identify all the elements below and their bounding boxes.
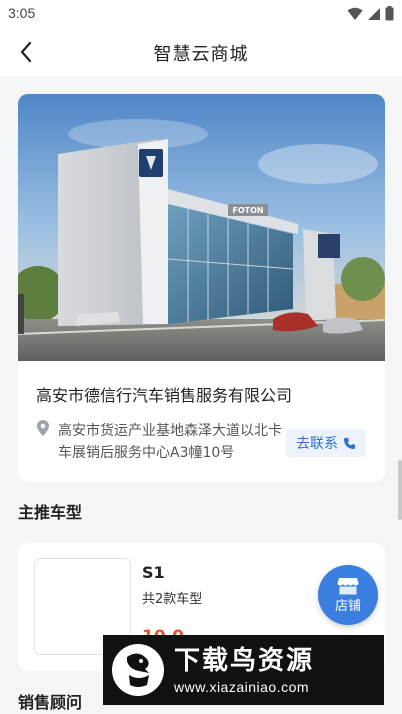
status-icons — [347, 6, 394, 21]
battery-icon — [385, 6, 394, 21]
store-photo: FOTON — [18, 94, 385, 361]
watermark-url: www.xiazainiao.com — [174, 678, 310, 695]
store-address: 高安市货运产业基地森泽大道以北卡车展销后服务中心A3幢10号 — [58, 423, 282, 461]
section-title-main-models-label: 主推车型 — [18, 503, 83, 522]
contact-button[interactable]: 去联系 — [286, 429, 366, 457]
company-name: 高安市德信行汽车销售服务有限公司 — [36, 386, 293, 405]
watermark-text: 下载鸟资源 www.xiazainiao.com — [174, 646, 314, 695]
store-card: FOTON 高安市德信行汽车销售服务有限公司 高安市货运产业基地森泽大道以北卡车… — [18, 94, 385, 482]
signal-icon — [368, 7, 380, 20]
watermark-title: 下载鸟资源 — [174, 645, 315, 676]
store-sign-text: FOTON — [232, 206, 263, 215]
shop-button[interactable]: 店铺 — [318, 565, 378, 625]
storefront-icon — [337, 577, 359, 594]
section-title-sales-advisor: 销售顾问 — [18, 689, 82, 713]
shop-button-label: 店铺 — [334, 598, 361, 614]
page-title: 智慧云商城 — [153, 44, 249, 65]
scrollbar[interactable] — [398, 460, 402, 520]
section-title-sales-advisor-label: 销售顾问 — [18, 693, 83, 712]
nav-bar: 智慧云商城 — [0, 28, 402, 76]
status-bar: 3:05 — [0, 0, 402, 28]
status-time: 3:05 — [8, 5, 36, 21]
section-title-main-models: 主推车型 — [18, 499, 82, 523]
bird-logo-icon — [112, 644, 164, 696]
model-name: S1 — [142, 563, 165, 582]
phone-icon — [343, 437, 356, 449]
watermark-banner: 下载鸟资源 www.xiazainiao.com — [103, 635, 384, 705]
location-pin-icon — [37, 420, 49, 436]
contact-label: 去联系 — [296, 436, 338, 452]
wifi-icon — [347, 7, 363, 20]
model-count: 共2款车型 — [142, 592, 203, 607]
